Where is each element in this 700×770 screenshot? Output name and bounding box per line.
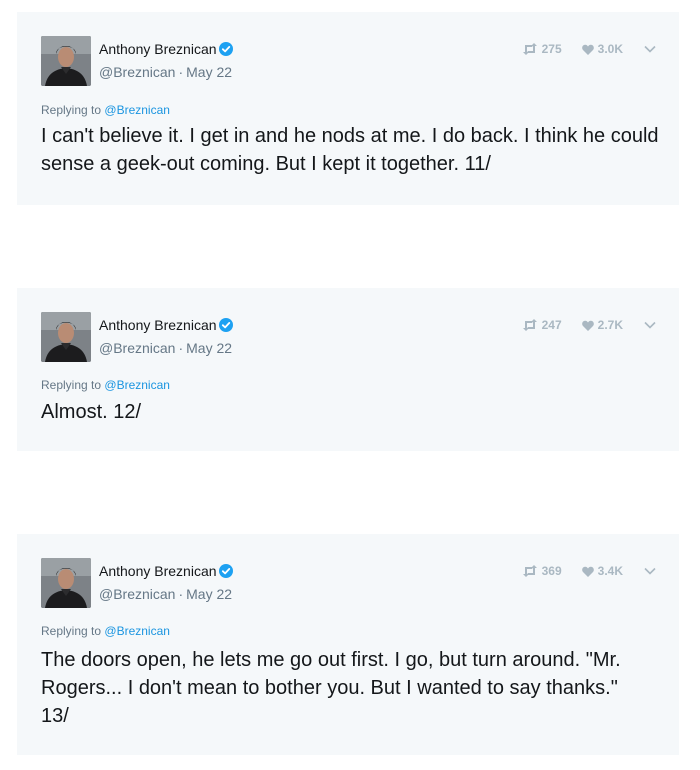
tweet-card[interactable]: Anthony Breznican @Breznican · May 22 275 … xyxy=(17,12,679,205)
like-count: 3.0K xyxy=(597,42,623,56)
handle-row: @Breznican · May 22 xyxy=(99,339,232,357)
like-button[interactable]: 3.0K xyxy=(581,42,623,56)
retweet-icon xyxy=(522,565,537,577)
heart-icon xyxy=(581,566,594,577)
heart-icon xyxy=(581,44,594,55)
retweet-button[interactable]: 275 xyxy=(522,42,562,56)
verified-badge-icon xyxy=(218,318,233,336)
handle-row: @Breznican · May 22 xyxy=(99,585,232,603)
heart-icon xyxy=(581,320,594,331)
retweet-icon xyxy=(522,319,537,331)
author-name-row[interactable]: Anthony Breznican xyxy=(99,562,233,582)
replying-to: Replying to @Breznican xyxy=(41,623,170,639)
chevron-down-icon[interactable] xyxy=(643,564,657,578)
tweet-date[interactable]: May 22 xyxy=(186,586,232,602)
retweet-icon xyxy=(522,43,537,55)
reply-mention-link[interactable]: @Breznican xyxy=(104,378,170,392)
like-button[interactable]: 2.7K xyxy=(581,318,623,332)
author-name[interactable]: Anthony Breznican xyxy=(99,317,217,333)
tweet-stats: 275 3.0K xyxy=(522,42,657,56)
replying-to: Replying to @Breznican xyxy=(41,377,170,393)
avatar-image xyxy=(41,312,91,362)
replying-prefix: Replying to xyxy=(41,103,102,117)
author-name[interactable]: Anthony Breznican xyxy=(99,41,217,57)
chevron-down-icon[interactable] xyxy=(643,318,657,332)
avatar-image xyxy=(41,558,91,608)
replying-to: Replying to @Breznican xyxy=(41,102,170,118)
author-name-row[interactable]: Anthony Breznican xyxy=(99,316,233,336)
retweet-button[interactable]: 247 xyxy=(522,318,562,332)
retweet-count: 275 xyxy=(541,42,562,56)
tweet-card[interactable]: Anthony Breznican @Breznican · May 22 247 … xyxy=(17,288,679,451)
handle-row: @Breznican · May 22 xyxy=(99,63,232,81)
separator: · xyxy=(178,340,184,356)
retweet-count: 369 xyxy=(541,564,562,578)
replying-prefix: Replying to xyxy=(41,378,102,392)
retweet-count: 247 xyxy=(541,318,562,332)
retweet-button[interactable]: 369 xyxy=(522,564,562,578)
like-count: 3.4K xyxy=(597,564,623,578)
tweet-date[interactable]: May 22 xyxy=(186,64,232,80)
verified-badge-icon xyxy=(218,42,233,60)
separator: · xyxy=(178,586,184,602)
tweet-stats: 247 2.7K xyxy=(522,318,657,332)
like-count: 2.7K xyxy=(597,318,623,332)
chevron-down-icon[interactable] xyxy=(643,42,657,56)
verified-badge-icon xyxy=(218,564,233,582)
tweet-stats: 369 3.4K xyxy=(522,564,657,578)
author-name-row[interactable]: Anthony Breznican xyxy=(99,40,233,60)
replying-prefix: Replying to xyxy=(41,624,102,638)
tweet-text: Almost. 12/ xyxy=(41,401,142,423)
avatar-image xyxy=(41,36,91,86)
avatar[interactable] xyxy=(41,558,91,608)
reply-mention-link[interactable]: @Breznican xyxy=(104,624,170,638)
tweet-text: The doors open, he lets me go out first.… xyxy=(41,649,621,727)
author-handle[interactable]: @Breznican xyxy=(99,64,175,80)
avatar[interactable] xyxy=(41,312,91,362)
tweet-text: I can't believe it. I get in and he nods… xyxy=(41,125,659,175)
author-handle[interactable]: @Breznican xyxy=(99,586,175,602)
author-handle[interactable]: @Breznican xyxy=(99,340,175,356)
reply-mention-link[interactable]: @Breznican xyxy=(104,103,170,117)
author-name[interactable]: Anthony Breznican xyxy=(99,563,217,579)
separator: · xyxy=(178,64,184,80)
tweet-card[interactable]: Anthony Breznican @Breznican · May 22 369 … xyxy=(17,534,679,755)
tweet-date[interactable]: May 22 xyxy=(186,340,232,356)
avatar[interactable] xyxy=(41,36,91,86)
like-button[interactable]: 3.4K xyxy=(581,564,623,578)
